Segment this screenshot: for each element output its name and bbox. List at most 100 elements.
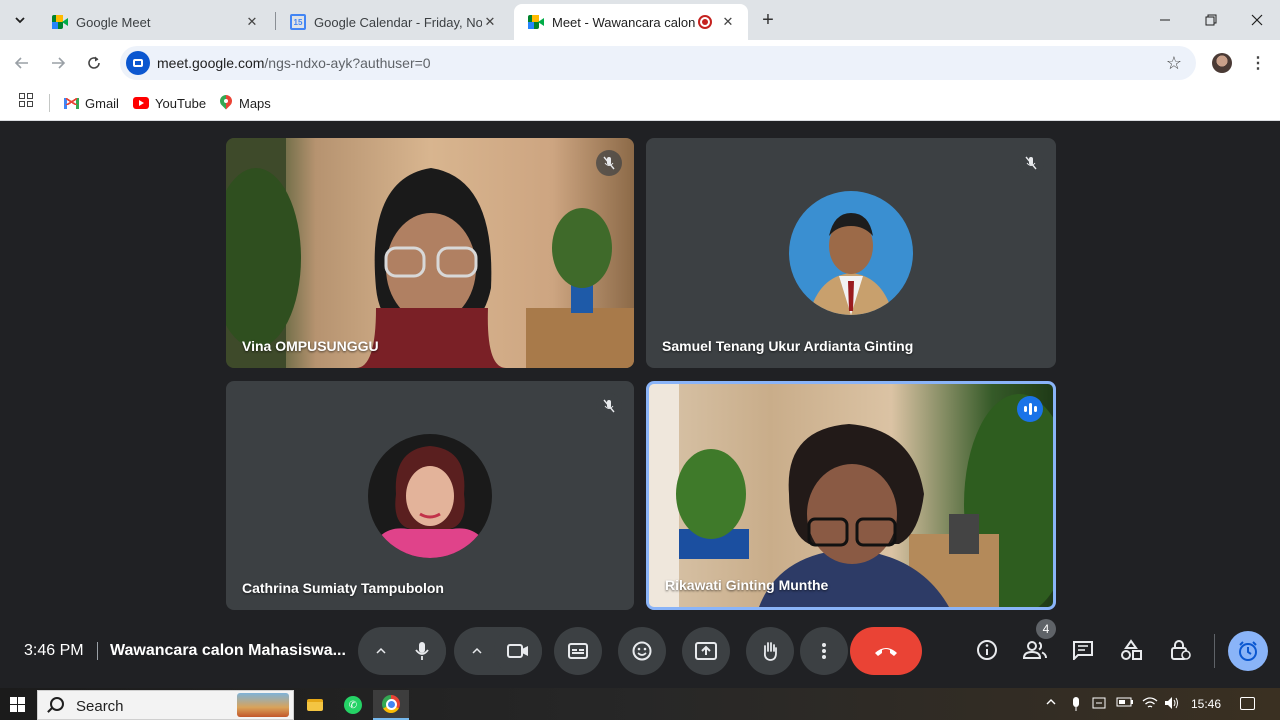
bookmark-label: Gmail — [85, 95, 119, 111]
tray-microphone-icon[interactable] — [1070, 696, 1082, 715]
taskbar-whatsapp[interactable]: ✆ — [335, 690, 371, 720]
close-icon[interactable]: ✕ — [482, 14, 498, 30]
minimize-button[interactable] — [1142, 0, 1188, 40]
more-options-button[interactable] — [800, 627, 848, 675]
hand-icon — [763, 642, 777, 661]
speaking-indicator-icon — [1017, 396, 1043, 422]
tab-google-meet[interactable]: Google Meet ✕ — [38, 4, 272, 40]
recording-icon — [698, 15, 712, 29]
tray-wifi-icon[interactable] — [1142, 696, 1158, 713]
present-screen-button[interactable] — [682, 627, 730, 675]
gmail-icon — [64, 97, 79, 109]
new-tab-button[interactable]: + — [758, 8, 778, 32]
tab-search-button[interactable] — [8, 8, 32, 32]
close-icon[interactable]: ✕ — [720, 14, 736, 30]
participant-video — [226, 138, 634, 368]
bookmark-label: YouTube — [155, 95, 207, 111]
leave-call-button[interactable] — [850, 627, 922, 675]
maps-icon — [219, 95, 233, 111]
bookmarks-bar: Gmail YouTube Maps — [0, 86, 1280, 121]
participant-tile-active-speaker[interactable]: Rikawati Ginting Munthe — [646, 381, 1056, 610]
tab-google-calendar[interactable]: 15 Google Calendar - Friday, Nove ✕ — [276, 4, 510, 40]
taskbar-chrome[interactable] — [373, 690, 409, 720]
camera-icon — [507, 644, 528, 658]
url-text[interactable]: meet.google.com/ngs-ndxo-ayk?authuser=0 — [157, 55, 431, 71]
control-divider — [1214, 634, 1215, 668]
address-bar[interactable]: meet.google.com/ngs-ndxo-ayk?authuser=0 … — [120, 46, 1196, 80]
participant-name: Cathrina Sumiaty Tampubolon — [242, 580, 444, 596]
participant-name: Vina OMPUSUNGGU — [242, 338, 379, 354]
timer-button[interactable] — [1228, 631, 1268, 671]
alarm-clock-icon — [1239, 641, 1257, 661]
chat-button[interactable] — [1067, 634, 1099, 666]
participant-tile[interactable]: Cathrina Sumiaty Tampubolon — [226, 381, 634, 610]
meeting-title[interactable]: Wawancara calon Mahasiswa... — [110, 642, 346, 660]
bookmark-maps[interactable]: Maps — [219, 93, 271, 113]
bookmark-divider — [49, 94, 50, 112]
forward-button[interactable] — [46, 51, 70, 75]
taskbar-clock[interactable]: 15:46 — [1191, 697, 1221, 711]
search-highlight-image — [237, 693, 289, 717]
folder-icon — [307, 699, 323, 711]
tray-battery-saver-icon[interactable] — [1092, 696, 1108, 713]
back-button[interactable] — [10, 51, 34, 75]
chevron-up-icon — [376, 647, 386, 654]
browser-menu-icon[interactable]: ⋮ — [1250, 51, 1266, 75]
restore-icon — [1205, 14, 1217, 26]
activities-button[interactable] — [1115, 634, 1147, 666]
url-path: /ngs-ndxo-ayk?authuser=0 — [264, 55, 431, 71]
tray-volume-icon[interactable] — [1164, 696, 1180, 713]
close-icon[interactable]: ✕ — [244, 14, 260, 30]
reactions-button[interactable] — [618, 627, 666, 675]
taskbar-file-explorer[interactable] — [297, 690, 333, 720]
arrow-right-icon — [52, 57, 66, 69]
more-vertical-icon — [822, 643, 826, 659]
taskbar-search[interactable]: Search — [37, 690, 294, 720]
host-controls-button[interactable] — [1164, 634, 1196, 666]
notification-center-icon[interactable] — [1240, 697, 1255, 710]
video-options-button[interactable] — [466, 640, 488, 662]
present-screen-icon — [695, 642, 717, 660]
captions-button[interactable] — [554, 627, 602, 675]
bookmark-star-icon[interactable]: ☆ — [1166, 53, 1182, 74]
mic-off-icon — [1018, 150, 1044, 176]
chevron-up-icon — [472, 647, 482, 654]
audio-options-button[interactable] — [370, 640, 392, 662]
avatar — [789, 191, 913, 315]
bookmark-gmail[interactable]: Gmail — [64, 93, 119, 113]
site-info-icon[interactable] — [126, 51, 150, 75]
restore-button[interactable] — [1188, 0, 1234, 40]
meeting-details-button[interactable] — [971, 634, 1003, 666]
participant-video — [649, 384, 1053, 607]
minimize-icon — [1160, 19, 1170, 21]
camera-button[interactable] — [494, 627, 542, 675]
tab-meet-active[interactable]: Meet - Wawancara calon M ✕ — [514, 4, 748, 40]
participant-tile[interactable]: Vina OMPUSUNGGU — [226, 138, 634, 368]
participant-tile[interactable]: Samuel Tenang Ukur Ardianta Ginting — [646, 138, 1056, 368]
meeting-control-bar: 3:46 PM Wawancara calon Mahasiswa... 4 — [0, 616, 1280, 688]
whatsapp-icon: ✆ — [344, 696, 362, 714]
closed-captions-icon — [568, 643, 588, 659]
raise-hand-button[interactable] — [746, 627, 794, 675]
microphone-button[interactable] — [398, 627, 446, 675]
windows-start-icon[interactable] — [10, 697, 25, 712]
url-host: meet.google.com — [157, 55, 265, 71]
bookmark-youtube[interactable]: YouTube — [133, 93, 206, 113]
profile-avatar[interactable] — [1212, 53, 1232, 73]
tray-overflow-icon[interactable] — [1045, 696, 1057, 711]
apps-grid-icon[interactable] — [19, 93, 33, 107]
close-window-button[interactable] — [1234, 0, 1280, 40]
tray-battery-icon[interactable] — [1116, 696, 1134, 711]
participant-count-badge: 4 — [1036, 619, 1056, 639]
hang-up-icon — [875, 648, 897, 656]
arrow-left-icon — [14, 57, 28, 69]
reload-button[interactable] — [82, 51, 106, 75]
bookmark-label: Maps — [239, 95, 271, 111]
browser-toolbar: meet.google.com/ngs-ndxo-ayk?authuser=0 … — [0, 40, 1280, 86]
meet-icon — [528, 15, 544, 29]
chevron-down-icon — [15, 17, 25, 24]
tab-title: Google Calendar - Friday, Nove — [314, 14, 482, 30]
host-lock-icon — [1171, 640, 1191, 660]
calendar-icon: 15 — [290, 14, 306, 30]
chrome-icon — [382, 695, 400, 713]
